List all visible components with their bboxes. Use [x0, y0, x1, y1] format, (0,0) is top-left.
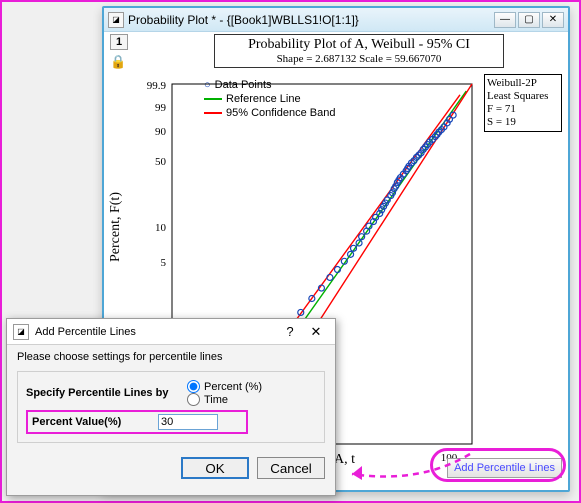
y-axis-label: Percent, F(t): [108, 192, 124, 262]
dialog-icon: ◪: [13, 324, 29, 340]
plot-window-icon: ◪: [108, 12, 124, 28]
stats-l2: Least Squares: [487, 90, 559, 103]
minimize-button[interactable]: —: [494, 12, 516, 28]
x-axis-label: A, t: [334, 452, 355, 468]
stats-l4: S = 19: [487, 116, 559, 129]
stats-l3: F = 71: [487, 103, 559, 116]
radio-time[interactable]: [187, 393, 200, 406]
lock-icon: 🔒: [110, 54, 126, 70]
radio-time-label: Time: [204, 394, 228, 406]
close-button[interactable]: ✕: [542, 12, 564, 28]
add-percentile-dialog: ◪ Add Percentile Lines ? ✕ Please choose…: [6, 318, 336, 496]
cancel-button[interactable]: Cancel: [257, 457, 325, 479]
percent-value-input[interactable]: [158, 414, 218, 430]
percent-value-label: Percent Value(%): [32, 416, 152, 428]
radio-percent-label: Percent (%): [204, 381, 262, 393]
plot-title: Probability Plot of A, Weibull - 95% CI: [223, 37, 495, 53]
dialog-close-button[interactable]: ✕: [303, 323, 329, 341]
dialog-help-button[interactable]: ?: [277, 323, 303, 341]
radio-percent[interactable]: [187, 380, 200, 393]
add-percentile-lines-button[interactable]: Add Percentile Lines: [447, 458, 562, 478]
plot-title-box: Probability Plot of A, Weibull - 95% CI …: [214, 34, 504, 68]
dialog-description: Please choose settings for percentile li…: [17, 351, 325, 363]
dialog-group: Specify Percentile Lines by Percent (%) …: [17, 371, 325, 443]
plot-subtitle: Shape = 2.687132 Scale = 59.667070: [223, 53, 495, 65]
stats-l1: Weibull-2P: [487, 77, 559, 90]
dialog-title: Add Percentile Lines: [35, 326, 136, 338]
dialog-titlebar[interactable]: ◪ Add Percentile Lines ? ✕: [7, 319, 335, 345]
ok-button[interactable]: OK: [181, 457, 249, 479]
maximize-button[interactable]: ▢: [518, 12, 540, 28]
specify-label: Specify Percentile Lines by: [26, 387, 181, 399]
plot-window-title: Probability Plot * - {[Book1]WBLLS1!O[1:…: [128, 13, 494, 27]
stats-box: Weibull-2P Least Squares F = 71 S = 19: [484, 74, 562, 132]
sheet-tab[interactable]: 1: [110, 34, 128, 50]
plot-window-titlebar[interactable]: ◪ Probability Plot * - {[Book1]WBLLS1!O[…: [104, 8, 568, 32]
percent-value-row: Percent Value(%): [26, 410, 248, 434]
